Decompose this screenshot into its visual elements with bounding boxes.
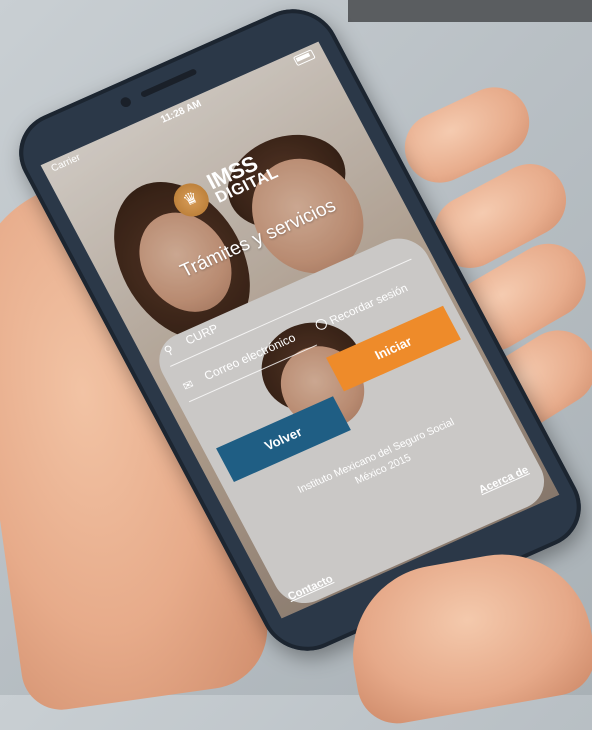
front-camera — [118, 95, 133, 109]
envelope-icon: ✉ — [180, 377, 197, 394]
speaker-grille — [139, 68, 198, 98]
app-screen: Carrier 11:28 AM ♛ IMSS DIGITAL Trámites… — [40, 41, 560, 619]
user-icon: ⚲ — [161, 342, 177, 359]
